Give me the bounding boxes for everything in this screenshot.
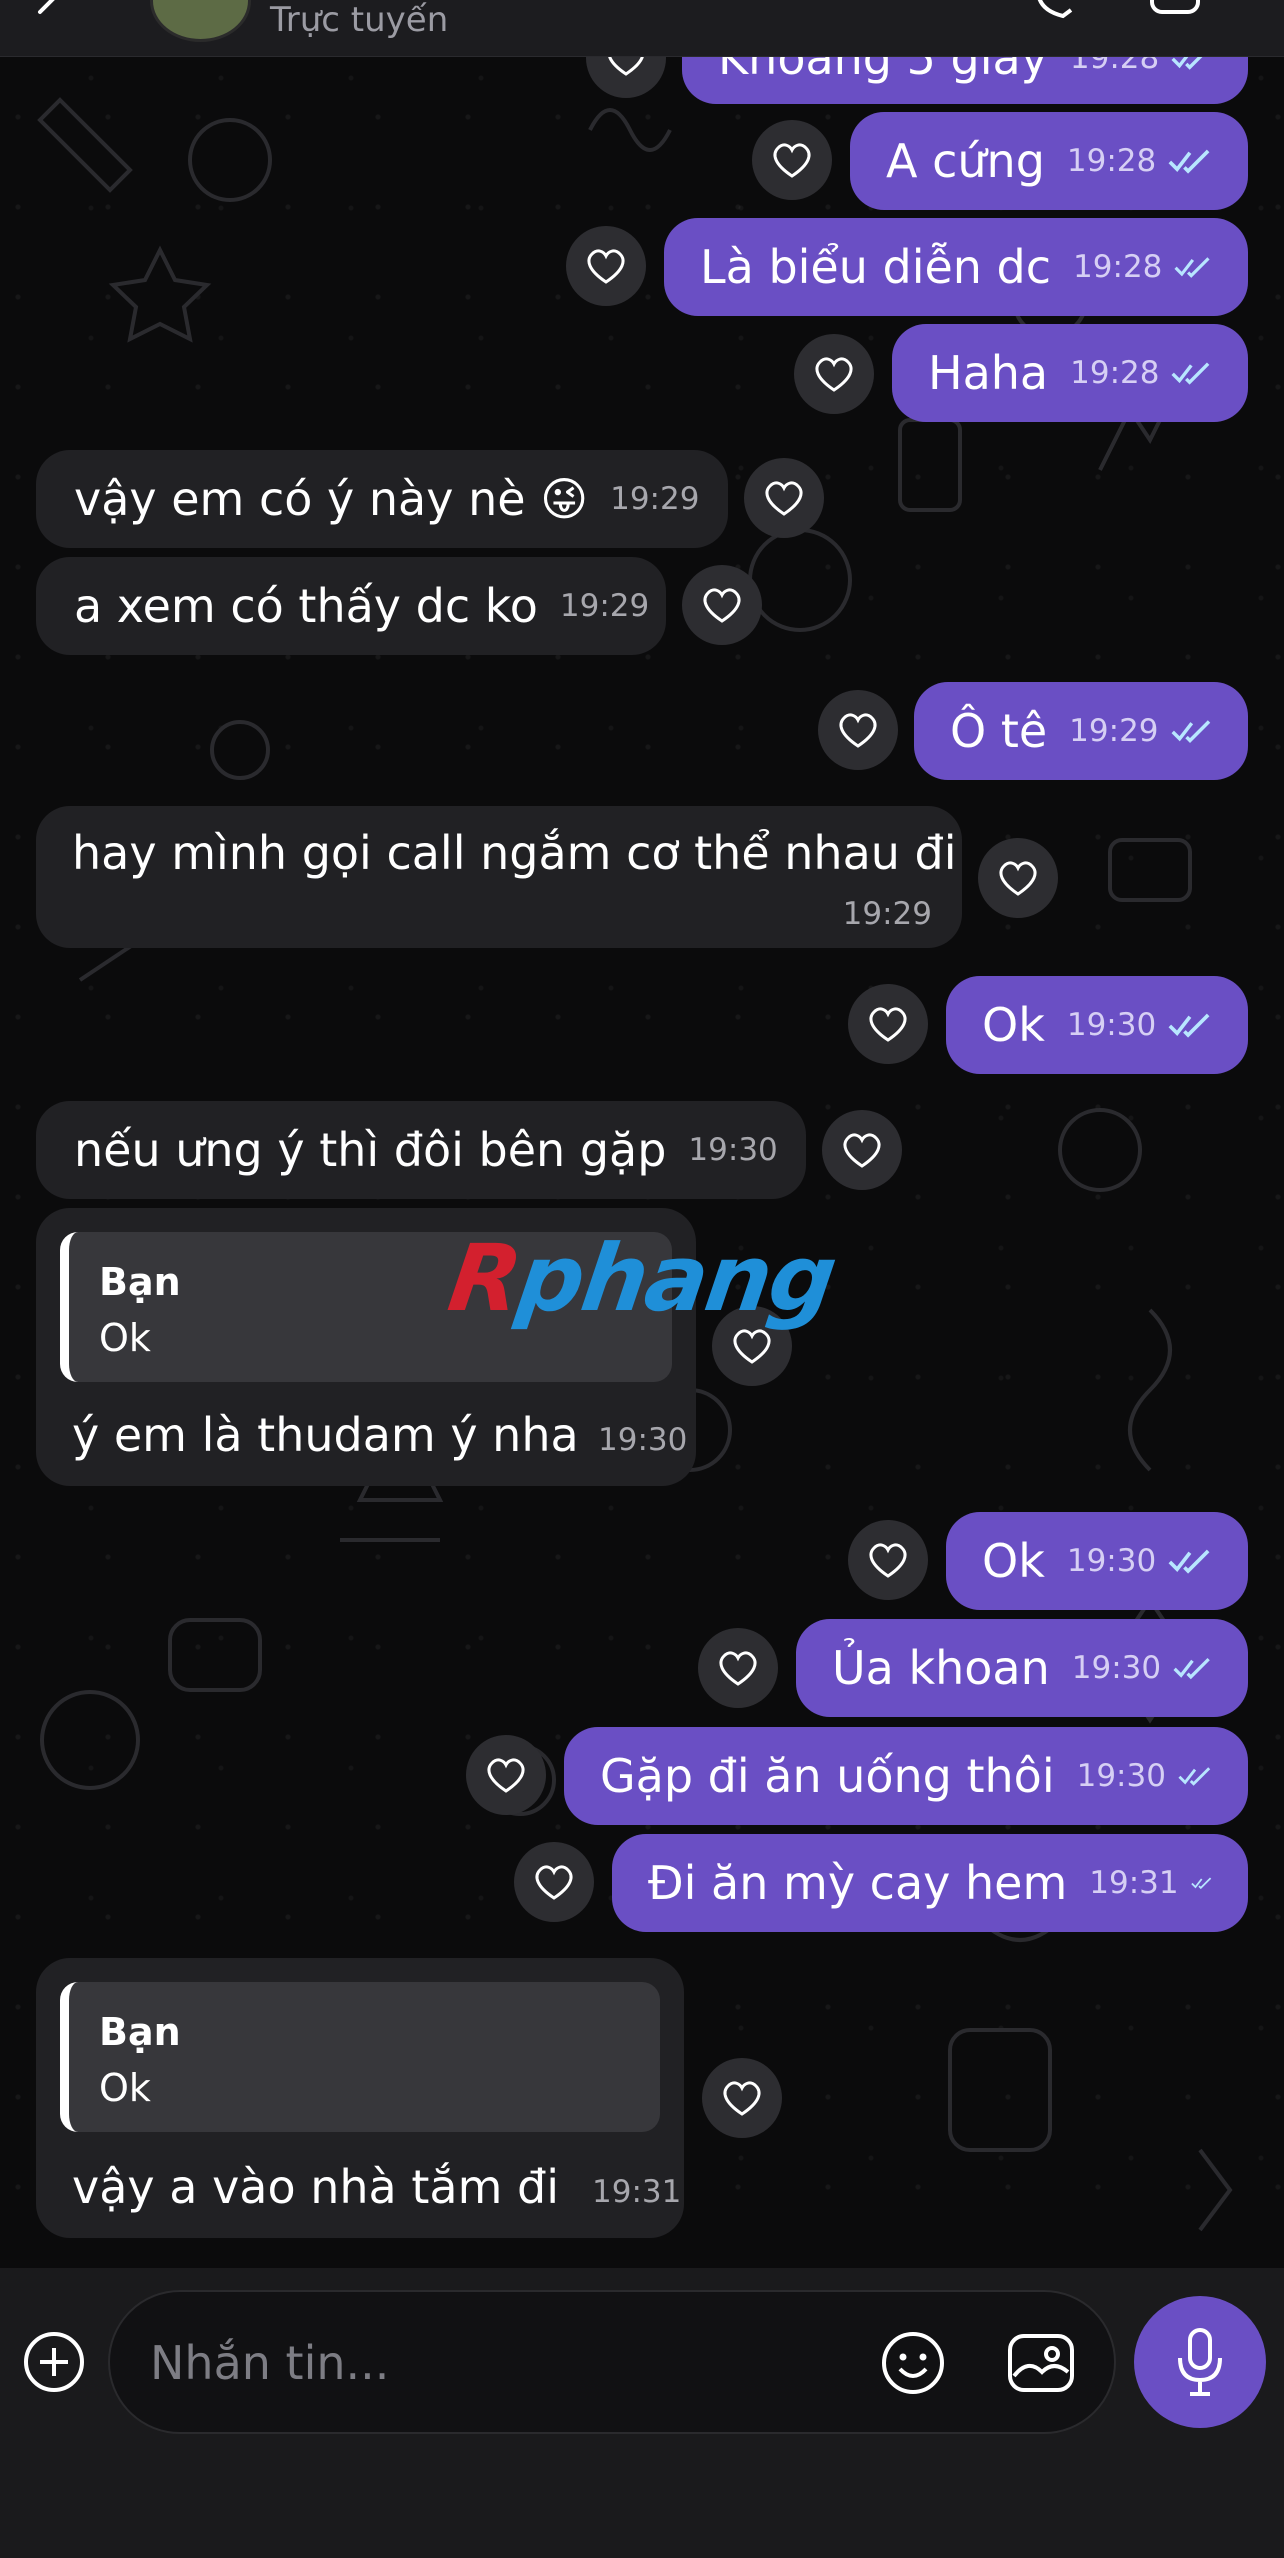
message-text: vậy a vào nhà tắm đi [72, 2160, 559, 2214]
plus-circle-icon[interactable] [22, 2330, 86, 2394]
message-text: nếu ưng ý thì đôi bên gặp [74, 1123, 667, 1177]
quoted-sender: Bạn [99, 2010, 181, 2054]
outgoing-message[interactable]: Haha 19:28 [892, 324, 1248, 422]
phone-icon[interactable] [1030, 0, 1080, 20]
double-check-icon [1171, 362, 1210, 385]
message-time: 19:30 [1076, 1758, 1166, 1794]
heart-icon[interactable] [818, 690, 898, 770]
message-time: 19:30 [1066, 1543, 1157, 1579]
chat-header: Trực tuyến [0, 0, 1284, 57]
quoted-message[interactable]: Bạn Ok [60, 1982, 660, 2132]
message-time: 19:30 [1066, 1007, 1157, 1043]
message-time: 19:29 [610, 481, 700, 517]
quoted-text: Ok [99, 1316, 151, 1360]
image-icon[interactable] [1006, 2330, 1076, 2396]
message-text: Đi ăn mỳ cay hem [648, 1856, 1068, 1910]
online-status: Trực tuyến [270, 0, 449, 40]
heart-icon[interactable] [566, 226, 646, 306]
message-time: 19:30 [688, 1132, 778, 1168]
avatar[interactable] [150, 0, 251, 42]
message-time: 19:29 [842, 896, 932, 932]
outgoing-message[interactable]: A cứng 19:28 [850, 112, 1248, 210]
emoji-icon[interactable] [880, 2330, 946, 2396]
heart-icon[interactable] [794, 334, 874, 414]
incoming-message[interactable]: vậy em có ý này nè 😜 19:29 [36, 450, 728, 548]
double-check-icon [1174, 257, 1210, 278]
outgoing-message[interactable]: Đi ăn mỳ cay hem 19:31 [612, 1834, 1248, 1932]
quoted-text: Ok [99, 2066, 151, 2110]
message-text: Ok [982, 998, 1045, 1052]
double-check-icon [1168, 1549, 1210, 1574]
message-text: Ok [982, 1534, 1045, 1588]
message-text: a xem có thấy dc ko [74, 579, 538, 633]
heart-icon[interactable] [848, 984, 928, 1064]
message-time: 19:28 [1073, 249, 1163, 285]
message-text: A cứng [886, 134, 1045, 188]
outgoing-message[interactable]: Ủa khoan 19:30 [796, 1619, 1248, 1717]
outgoing-message[interactable]: Ô tê 19:29 [914, 682, 1248, 780]
message-text: Ủa khoan [832, 1641, 1050, 1695]
outgoing-message[interactable]: Ok 19:30 [946, 1512, 1248, 1610]
double-check-icon [1168, 149, 1210, 174]
heart-icon[interactable] [848, 1520, 928, 1600]
input-placeholder: Nhắn tin... [150, 2336, 390, 2390]
heart-icon[interactable] [682, 565, 762, 645]
message-text: Ô tê [950, 704, 1048, 758]
incoming-message[interactable]: hay mình gọi call ngắm cơ thể nhau đi 19… [36, 806, 962, 948]
outgoing-message[interactable]: Ok 19:30 [946, 976, 1248, 1074]
message-time: 19:30 [598, 1422, 688, 1458]
double-check-icon [1178, 1767, 1211, 1786]
message-text: hay mình gọi call ngắm cơ thể nhau đi [72, 826, 957, 880]
watermark-logo: Rphang [442, 1225, 842, 1332]
message-time: 19:29 [1069, 713, 1159, 749]
message-time: 19:28 [1066, 143, 1157, 179]
outgoing-message[interactable]: Là biểu diễn dc 19:28 [664, 218, 1248, 316]
double-check-icon [1171, 720, 1210, 743]
heart-icon[interactable] [744, 458, 824, 538]
video-icon[interactable] [1150, 0, 1220, 20]
message-text: Là biểu diễn dc [700, 240, 1052, 294]
message-time: 19:28 [1070, 355, 1160, 391]
message-time: 19:29 [559, 588, 650, 624]
heart-icon[interactable] [698, 1628, 778, 1708]
incoming-message[interactable]: nếu ưng ý thì đôi bên gặp 19:30 [36, 1101, 806, 1199]
message-input[interactable]: Nhắn tin... [108, 2290, 1116, 2434]
message-time: 19:31 [1089, 1865, 1179, 1901]
message-time: 19:31 [592, 2174, 682, 2210]
heart-icon[interactable] [702, 2058, 782, 2138]
double-check-icon [1173, 1657, 1210, 1680]
heart-icon[interactable] [978, 838, 1058, 918]
incoming-reply-message[interactable]: Bạn Ok vậy a vào nhà tắm đi 19:31 [36, 1958, 684, 2238]
message-time: 19:30 [1071, 1650, 1162, 1686]
message-text: ý em là thudam ý nha [72, 1408, 579, 1462]
heart-icon[interactable] [466, 1735, 546, 1815]
message-text: vậy em có ý này nè 😜 [74, 472, 589, 526]
microphone-button[interactable] [1134, 2296, 1266, 2428]
microphone-icon [1178, 2328, 1222, 2396]
message-text: Gặp đi ăn uống thôi [600, 1749, 1055, 1803]
double-check-icon [1168, 1013, 1210, 1038]
quoted-sender: Bạn [99, 1260, 181, 1304]
heart-icon[interactable] [514, 1842, 594, 1922]
message-text: Haha [928, 346, 1049, 400]
incoming-message[interactable]: a xem có thấy dc ko 19:29 [36, 557, 666, 655]
back-arrow-icon[interactable] [28, 0, 68, 34]
heart-icon[interactable] [752, 120, 832, 200]
outgoing-message[interactable]: Gặp đi ăn uống thôi 19:30 [564, 1727, 1248, 1825]
double-check-icon [1190, 1877, 1211, 1890]
heart-icon[interactable] [822, 1110, 902, 1190]
